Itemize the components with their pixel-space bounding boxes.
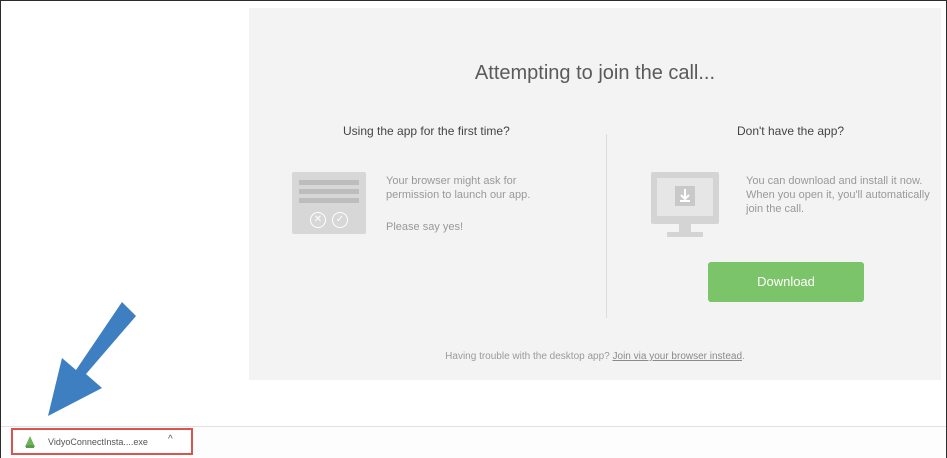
monitor-stand <box>679 224 691 232</box>
first-time-note: Please say yes! <box>386 221 464 233</box>
no-app-heading: Don't have the app? <box>737 124 845 138</box>
trouble-end: . <box>742 351 745 362</box>
file-icon <box>25 436 35 448</box>
join-via-browser-link[interactable]: Join via your browser instead <box>613 351 743 362</box>
trouble-text: Having trouble with the desktop app? <box>445 351 610 362</box>
monitor-base <box>667 232 703 237</box>
column-divider <box>606 134 607 318</box>
browser-permission-icon: ✕ ✓ <box>292 172 366 234</box>
download-filename: VidyoConnectInsta....exe <box>48 437 148 447</box>
download-button[interactable]: Download <box>708 262 864 302</box>
download-item[interactable]: VidyoConnectInsta....exe ^ <box>11 428 193 455</box>
join-call-panel: Attempting to join the call... Using the… <box>249 8 941 380</box>
arrow-annotation <box>48 302 136 416</box>
first-time-description: Your browser might ask for permission to… <box>386 175 531 201</box>
no-app-description: You can download and install it now. Whe… <box>746 175 930 215</box>
page-title: Attempting to join the call... <box>474 62 716 84</box>
close-icon: ✕ <box>310 212 326 228</box>
trouble-line: Having trouble with the desktop app? Joi… <box>249 351 941 362</box>
first-time-heading: Using the app for the first time? <box>343 124 510 138</box>
check-icon: ✓ <box>332 212 348 228</box>
chevron-up-icon[interactable]: ^ <box>168 434 173 445</box>
monitor-download-icon <box>651 172 719 224</box>
